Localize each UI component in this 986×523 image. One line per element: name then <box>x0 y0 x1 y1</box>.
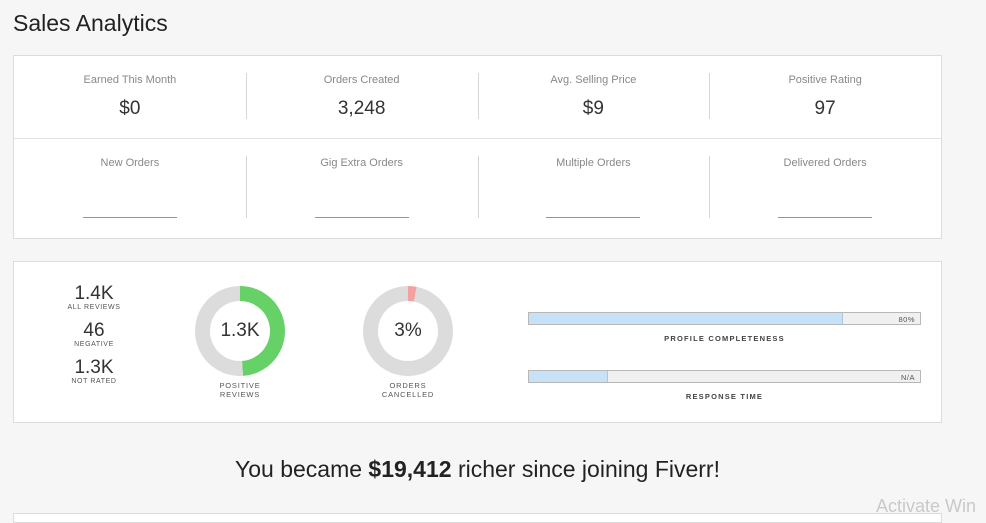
stat-value: 97 <box>814 98 836 119</box>
caption-line: REVIEWS <box>219 390 261 399</box>
stats-row-bottom: New Orders Gig Extra Orders Multiple Ord… <box>14 138 941 238</box>
all-reviews-label: ALL REVIEWS <box>67 304 121 311</box>
stats-row-top: Earned This Month $0 Orders Created 3,24… <box>14 56 941 139</box>
stat-new-orders[interactable]: New Orders <box>14 138 246 238</box>
caption-line: POSITIVE <box>219 381 261 390</box>
stat-label: Avg. Selling Price <box>550 74 637 86</box>
profile-completeness-label: PROFILE COMPLETENESS <box>664 334 785 343</box>
profile-completeness-bar: 80% <box>528 312 921 325</box>
stat-label: Positive Rating <box>788 74 862 86</box>
stat-orders-created: Orders Created 3,248 <box>245 56 478 138</box>
positive-reviews-value: 1.3K <box>210 301 270 361</box>
stat-multiple-orders[interactable]: Multiple Orders <box>477 138 710 238</box>
stat-label: Delivered Orders <box>783 157 867 169</box>
performance-card: 1.4K ALL REVIEWS 46 NEGATIVE 1.3K NOT RA… <box>13 261 942 423</box>
orders-cancelled-value: 3% <box>378 301 438 361</box>
stat-link-underline[interactable] <box>314 217 409 218</box>
not-rated-value: 1.3K <box>74 357 114 378</box>
profile-completeness-fill <box>529 313 843 324</box>
positive-reviews-donut: 1.3K <box>195 286 285 376</box>
stat-value: $0 <box>119 98 141 119</box>
stat-label: Earned This Month <box>83 74 177 86</box>
stat-link-underline[interactable] <box>778 217 873 218</box>
next-card <box>13 513 942 523</box>
stat-positive-rating: Positive Rating 97 <box>709 56 941 138</box>
response-time-value: N/A <box>900 373 915 382</box>
response-time-label: RESPONSE TIME <box>685 392 764 401</box>
negative-label: NEGATIVE <box>74 341 114 348</box>
orders-cancelled-donut: 3% <box>363 286 453 376</box>
stat-link-underline[interactable] <box>82 217 177 218</box>
negative-value: 46 <box>83 320 105 341</box>
stat-value: $9 <box>582 98 604 119</box>
earnings-summary: You became $19,412 richer since joining … <box>0 456 955 483</box>
response-time-bar: N/A <box>528 370 921 383</box>
stats-card: Earned This Month $0 Orders Created 3,24… <box>13 55 942 239</box>
not-rated-label: NOT RATED <box>71 378 117 385</box>
stat-label: Gig Extra Orders <box>320 157 403 169</box>
stat-value: 3,248 <box>337 98 386 119</box>
caption-line: CANCELLED <box>381 390 435 399</box>
summary-amount: $19,412 <box>368 456 452 482</box>
stat-delivered-orders[interactable]: Delivered Orders <box>709 138 941 238</box>
caption-line: ORDERS <box>389 381 427 390</box>
activation-watermark: Activate Win <box>876 496 977 516</box>
response-time-fill <box>529 371 609 382</box>
summary-prefix: You became <box>235 456 369 482</box>
stat-earned-this-month: Earned This Month $0 <box>14 56 246 138</box>
stat-link-underline[interactable] <box>546 217 641 218</box>
page-title: Sales Analytics <box>13 10 168 36</box>
summary-suffix: richer since joining Fiverr! <box>451 456 720 482</box>
stat-avg-selling-price: Avg. Selling Price $9 <box>477 56 710 138</box>
positive-reviews-caption: POSITIVE REVIEWS <box>180 381 300 399</box>
all-reviews-value: 1.4K <box>74 283 114 304</box>
review-stats: 1.4K ALL REVIEWS 46 NEGATIVE 1.3K NOT RA… <box>54 284 134 395</box>
orders-cancelled-caption: ORDERS CANCELLED <box>348 381 468 399</box>
stat-gig-extra-orders[interactable]: Gig Extra Orders <box>245 138 478 238</box>
stat-label: Multiple Orders <box>556 157 631 169</box>
stat-label: Orders Created <box>323 74 400 86</box>
stat-label: New Orders <box>100 157 160 169</box>
profile-completeness-value: 80% <box>898 315 915 324</box>
